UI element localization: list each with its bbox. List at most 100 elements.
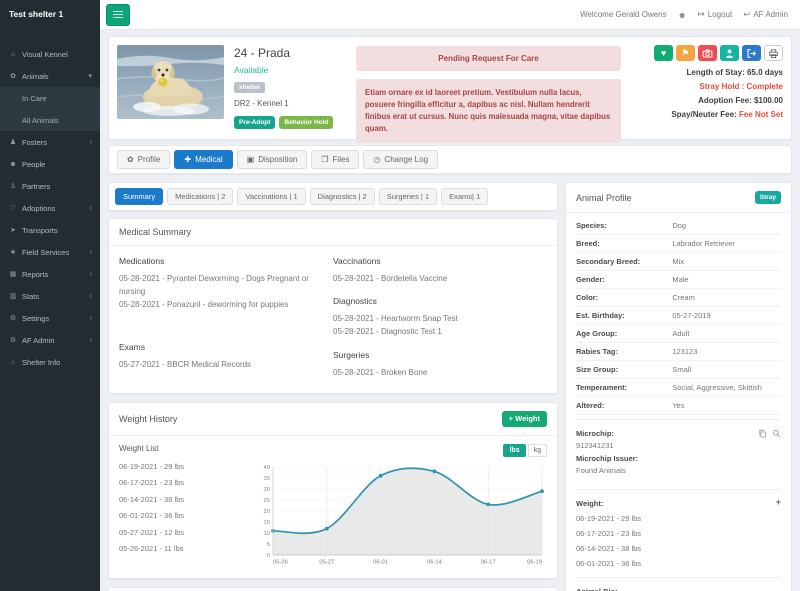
- surgeries-title: Surgeries: [333, 350, 547, 360]
- subtab-vaccinations[interactable]: Vaccinations | 1: [237, 188, 305, 205]
- sign-out-icon: ↦: [698, 9, 705, 20]
- spay-neuter-fee: Spay/Neuter Fee: Fee Not Set: [631, 110, 783, 119]
- printer-icon: [768, 48, 779, 59]
- tab-files[interactable]: ❒ Files: [311, 150, 359, 169]
- profile-row: Gender:Male: [576, 271, 781, 289]
- shelter-name: Test shelter 1: [0, 0, 100, 25]
- menu-toggle-button[interactable]: [106, 4, 130, 26]
- subtab-surgeries[interactable]: Surgeries | 1: [379, 188, 437, 205]
- add-weight-button[interactable]: + Weight: [502, 411, 547, 427]
- vaccinations-title: Vaccinations: [333, 256, 547, 266]
- af-admin-link[interactable]: ↩ AF Admin: [743, 9, 788, 20]
- care-note-alert: Etiam ornare ex id laoreet pretium. Vest…: [356, 79, 621, 143]
- tab-label: Change Log: [384, 155, 428, 164]
- weight-entry: 05-26-2021 - 11 lbs: [119, 544, 249, 553]
- topbar: Welcome Gerald Owens ☻ ↦ Logout ↩ AF Adm…: [100, 0, 800, 30]
- tab-change-log[interactable]: ◷ Change Log: [363, 150, 438, 169]
- copy-microchip-button[interactable]: [758, 429, 767, 438]
- sidebar-item-animals[interactable]: ✿ Animals ▾: [0, 65, 100, 87]
- sidebar-item-label: Shelter Info: [22, 358, 60, 367]
- flag-button[interactable]: ⚑: [676, 45, 695, 61]
- sidebar-item-partners[interactable]: ♙ Partners: [0, 175, 100, 197]
- sidebar: Test shelter 1 ⌂ Visual Kennel ✿ Animals…: [0, 0, 100, 591]
- chevron-left-icon: ‹: [90, 337, 92, 344]
- main-tabs: ✿ Profile ✚ Medical ▣ Disposition ❒ File…: [108, 145, 792, 174]
- row-label: Color:: [576, 293, 672, 302]
- row-value: Social, Aggressive, Skittish: [672, 383, 781, 392]
- sidebar-item-label: In Care: [22, 94, 47, 103]
- share-button[interactable]: [742, 45, 761, 61]
- subtab-diagnostics[interactable]: Diagnostics | 2: [310, 188, 375, 205]
- medical-summary-header: Medical Summary: [109, 219, 557, 246]
- user-icon[interactable]: ☻: [678, 10, 687, 20]
- sidebar-item-settings[interactable]: ⚙ Settings ‹: [0, 307, 100, 329]
- main-area: Welcome Gerald Owens ☻ ↦ Logout ↩ AF Adm…: [100, 0, 800, 591]
- magnifier-icon: [772, 429, 781, 438]
- behavior-hold-badge: Behavior Hold: [279, 116, 333, 129]
- weight-block: + Weight: 06-19-2021 - 29 lbs 06-17-2021…: [576, 489, 781, 577]
- row-value: Male: [672, 275, 781, 284]
- logout-label: Logout: [708, 10, 732, 19]
- subtab-medications[interactable]: Medications | 2: [167, 188, 233, 205]
- sidebar-item-af-admin[interactable]: ⚙ AF Admin ‹: [0, 329, 100, 351]
- svg-text:05-27: 05-27: [319, 559, 334, 565]
- row-value: Yes: [672, 401, 781, 410]
- sidebar-item-stats[interactable]: ▥ Stats ‹: [0, 285, 100, 307]
- transfer-button[interactable]: [720, 45, 739, 61]
- animal-photo[interactable]: [117, 45, 224, 119]
- row-label: Altered:: [576, 401, 672, 410]
- favorite-button[interactable]: ♥: [654, 45, 673, 61]
- unit-lbs-button[interactable]: lbs: [503, 444, 525, 457]
- logout-link[interactable]: ↦ Logout: [698, 9, 733, 20]
- profile-row: Color:Cream: [576, 289, 781, 307]
- microchip-value: 912341231: [576, 440, 781, 451]
- row-value: 123123: [672, 347, 781, 356]
- sidebar-item-adoptions[interactable]: ♡ Adoptions ‹: [0, 197, 100, 219]
- sidebar-item-people[interactable]: ☻ People: [0, 153, 100, 175]
- profile-row: Breed:Labrador Retriever: [576, 235, 781, 253]
- lookup-microchip-button[interactable]: [772, 429, 781, 438]
- tab-medical[interactable]: ✚ Medical: [174, 150, 232, 169]
- sidebar-item-shelter-info[interactable]: ⌂ Shelter Info: [0, 351, 100, 373]
- row-value: Adult: [672, 329, 781, 338]
- svg-text:20: 20: [264, 509, 270, 515]
- animal-status: Available: [234, 65, 346, 75]
- medical-summary-body: Medications 05-28-2021 - Pyrantel Deworm…: [109, 246, 557, 393]
- sidebar-item-visual-kennel[interactable]: ⌂ Visual Kennel: [0, 43, 100, 65]
- svg-text:30: 30: [264, 487, 270, 493]
- weight-entry: 06-19-2021 - 29 lbs: [576, 514, 781, 523]
- row-label: Gender:: [576, 275, 672, 284]
- unit-kg-button[interactable]: kg: [528, 444, 547, 457]
- users-icon: ☻: [8, 161, 18, 168]
- subtab-summary[interactable]: Summary: [115, 188, 163, 205]
- unit-toggle: lbs kg: [249, 444, 547, 457]
- row-label: Species:: [576, 221, 672, 230]
- photo-button[interactable]: [698, 45, 717, 61]
- tab-profile[interactable]: ✿ Profile: [117, 150, 170, 169]
- microchip-block: Microchip: 912341231 Microchip Issuer: F…: [576, 419, 781, 489]
- weight-history-card: Weight History + Weight Weight List 06-1…: [108, 402, 558, 579]
- profile-row: Secondary Breed:Mix: [576, 253, 781, 271]
- profile-row: Est. Birthday:05-27-2019: [576, 307, 781, 325]
- sidebar-item-fosters[interactable]: ♟ Fosters ‹: [0, 131, 100, 153]
- row-label: Secondary Breed:: [576, 257, 672, 266]
- sidebar-item-transports[interactable]: ➤ Transports: [0, 219, 100, 241]
- sidebar-item-all-animals[interactable]: All Animals: [0, 109, 100, 131]
- add-weight-plus-button[interactable]: +: [776, 497, 781, 507]
- profile-row: Rabies Tag:123123: [576, 343, 781, 361]
- sidebar-item-label: Settings: [22, 314, 49, 323]
- sidebar-item-field-services[interactable]: ★ Field Services ‹: [0, 241, 100, 263]
- sidebar-item-in-care[interactable]: In Care: [0, 87, 100, 109]
- sidebar-item-reports[interactable]: ▦ Reports ‹: [0, 263, 100, 285]
- pending-care-alert[interactable]: Pending Request For Care: [356, 46, 621, 71]
- weight-list-title: Weight List: [119, 444, 249, 453]
- length-of-stay-value: 65.0 days: [747, 68, 783, 77]
- exams-title: Exams: [119, 342, 333, 352]
- animal-header-card: 24 - Prada Available shelter DR2 - Kenne…: [108, 36, 792, 140]
- print-button[interactable]: [764, 45, 783, 61]
- subtab-exams[interactable]: Exams| 1: [441, 188, 488, 205]
- hamburger-icon: [113, 9, 123, 20]
- content-columns: Summary Medications | 2 Vaccinations | 1…: [108, 182, 792, 591]
- tab-label: Profile: [138, 155, 161, 164]
- tab-disposition[interactable]: ▣ Disposition: [237, 150, 308, 169]
